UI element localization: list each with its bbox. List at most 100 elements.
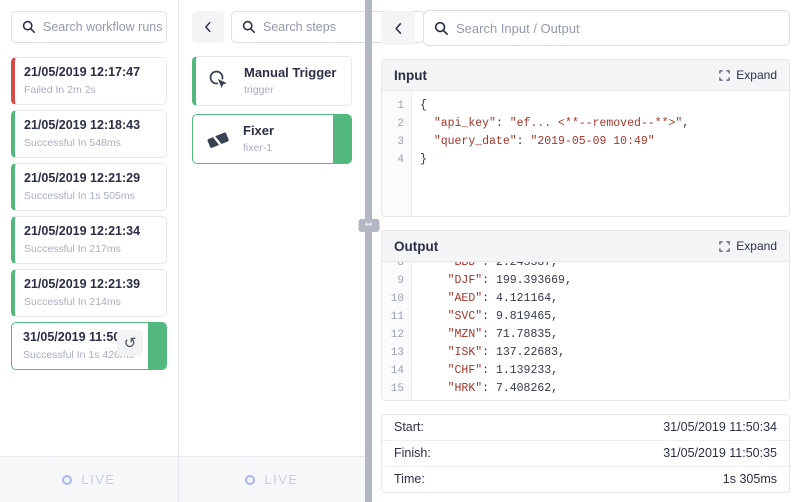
io-back-button[interactable]: [381, 11, 415, 45]
summary-row-start: Start: 31/05/2019 11:50:34: [382, 415, 789, 441]
search-icon: [242, 20, 256, 34]
live-label: LIVE: [81, 472, 115, 487]
selected-indicator-bar: [148, 323, 166, 369]
banknote-icon: [205, 126, 231, 152]
line-number: 9: [382, 272, 411, 290]
run-timestamp: 21/05/2019 12:18:43: [24, 119, 157, 132]
io-search-input[interactable]: [456, 21, 789, 36]
runs-search-box[interactable]: [11, 11, 167, 43]
input-title: Input: [394, 68, 427, 83]
io-panel: Input Expand 1 { 2 "api_key": "ef... <**…: [372, 0, 800, 502]
run-status: Successful In 214ms: [24, 296, 157, 308]
step-item-manual-trigger[interactable]: Manual Trigger trigger: [192, 56, 352, 106]
io-search-bar: [381, 10, 790, 46]
run-item-4[interactable]: 21/05/2019 12:21:34 Successful In 217ms: [11, 216, 167, 264]
runs-search-input[interactable]: [43, 20, 166, 34]
divider-drag-handle[interactable]: ↔: [358, 219, 379, 232]
input-section-header: Input Expand: [382, 60, 789, 91]
run-status: Failed In 2m 2s: [24, 84, 157, 96]
run-item-3[interactable]: 21/05/2019 12:21:29 Successful In 1s 505…: [11, 163, 167, 211]
line-number: 8: [382, 262, 411, 272]
selected-indicator-bar: [333, 115, 351, 163]
expand-label: Expand: [736, 68, 777, 82]
output-section: Output Expand 8 "BBD": 2.243387, 9 "DJF"…: [381, 230, 790, 401]
search-icon: [434, 21, 449, 36]
run-summary: Start: 31/05/2019 11:50:34 Finish: 31/05…: [381, 414, 790, 493]
steps-search-bar: [179, 0, 365, 51]
code-line: 13 "ISK": 137.22683,: [382, 344, 789, 362]
run-item-1[interactable]: 21/05/2019 12:17:47 Failed In 2m 2s: [11, 57, 167, 105]
expand-icon: [719, 241, 730, 252]
run-timestamp: 21/05/2019 12:17:47: [24, 66, 157, 79]
run-status: Successful In 217ms: [24, 243, 157, 255]
code-line: 12 "MZN": 71.78835,: [382, 326, 789, 344]
runs-search-bar: [0, 0, 178, 52]
resize-horizontal-icon: ↔: [365, 220, 373, 230]
live-status-icon: [62, 475, 72, 485]
output-scroll-content: 8 "BBD": 2.243387, 9 "DJF": 199.393669, …: [382, 262, 789, 398]
runs-list: 21/05/2019 12:17:47 Failed In 2m 2s 21/0…: [0, 52, 178, 456]
summary-value: 31/05/2019 11:50:34: [663, 420, 777, 435]
output-section-header: Output Expand: [382, 231, 789, 262]
code-line: 1 {: [382, 97, 789, 115]
summary-label: Finish:: [394, 446, 431, 461]
code-line: 11 "SVC": 9.819465,: [382, 308, 789, 326]
run-status: Successful In 548ms: [24, 137, 157, 149]
expand-label: Expand: [736, 239, 777, 253]
code-line-clipped: 8 "BBD": 2.243387,: [382, 262, 789, 272]
runs-live-toggle[interactable]: LIVE: [0, 456, 178, 502]
steps-panel: Manual Trigger trigger Fixer fixer-1 LIV…: [179, 0, 365, 502]
run-item-6-selected[interactable]: 31/05/2019 11:50:34 Successful In 1s 426…: [11, 322, 167, 370]
summary-value: 31/05/2019 11:50:35: [663, 446, 777, 461]
summary-row-time: Time: 1s 305ms: [382, 467, 789, 492]
summary-value: 1s 305ms: [723, 472, 777, 487]
input-expand-button[interactable]: Expand: [719, 68, 777, 82]
steps-list: Manual Trigger trigger Fixer fixer-1: [179, 51, 365, 456]
line-number: 3: [382, 133, 411, 151]
output-title: Output: [394, 239, 438, 254]
line-number: 14: [382, 362, 411, 380]
input-section: Input Expand 1 { 2 "api_key": "ef... <**…: [381, 59, 790, 217]
io-search-box[interactable]: [423, 10, 790, 46]
workflow-runs-panel: 21/05/2019 12:17:47 Failed In 2m 2s 21/0…: [0, 0, 179, 502]
line-number: 4: [382, 151, 411, 169]
line-number: 13: [382, 344, 411, 362]
step-subtitle: trigger: [244, 84, 336, 96]
line-number: 15: [382, 380, 411, 398]
workflow-debugger-app: { "colors": { "success_green": "#52b87e"…: [0, 0, 800, 502]
retry-icon: ↺: [124, 334, 137, 352]
run-timestamp: 21/05/2019 12:21:34: [24, 225, 157, 238]
line-number: 12: [382, 326, 411, 344]
line-number: 2: [382, 115, 411, 133]
step-title: Manual Trigger: [244, 66, 336, 80]
retry-run-button[interactable]: ↺: [117, 330, 143, 356]
output-expand-button[interactable]: Expand: [719, 239, 777, 253]
live-label: LIVE: [264, 472, 298, 487]
step-item-fixer-selected[interactable]: Fixer fixer-1: [192, 114, 352, 164]
step-title: Fixer: [243, 124, 274, 138]
run-item-2[interactable]: 21/05/2019 12:18:43 Successful In 548ms: [11, 110, 167, 158]
step-subtitle: fixer-1: [243, 142, 274, 154]
summary-label: Time:: [394, 472, 425, 487]
steps-live-toggle[interactable]: LIVE: [179, 456, 365, 502]
search-icon: [22, 20, 36, 34]
live-status-icon: [245, 475, 255, 485]
code-line: 15 "HRK": 7.408262,: [382, 380, 789, 398]
steps-back-button[interactable]: [192, 11, 224, 43]
code-line: 2 "api_key": "ef... <**--removed--**>",: [382, 115, 789, 133]
run-status: Successful In 1s 505ms: [24, 190, 157, 202]
step-text: Fixer fixer-1: [243, 124, 274, 154]
run-timestamp: 21/05/2019 12:21:39: [24, 278, 157, 291]
output-code-block[interactable]: 8 "BBD": 2.243387, 9 "DJF": 199.393669, …: [382, 262, 789, 400]
summary-label: Start:: [394, 420, 424, 435]
run-item-5[interactable]: 21/05/2019 12:21:39 Successful In 214ms: [11, 269, 167, 317]
line-number: 11: [382, 308, 411, 326]
line-number: 10: [382, 290, 411, 308]
step-text: Manual Trigger trigger: [244, 66, 336, 96]
input-code-block[interactable]: 1 { 2 "api_key": "ef... <**--removed--**…: [382, 91, 789, 216]
cursor-click-icon: [206, 68, 232, 94]
code-line: 9 "DJF": 199.393669,: [382, 272, 789, 290]
line-number: 1: [382, 97, 411, 115]
summary-row-finish: Finish: 31/05/2019 11:50:35: [382, 441, 789, 467]
chevron-left-icon: [201, 20, 215, 34]
